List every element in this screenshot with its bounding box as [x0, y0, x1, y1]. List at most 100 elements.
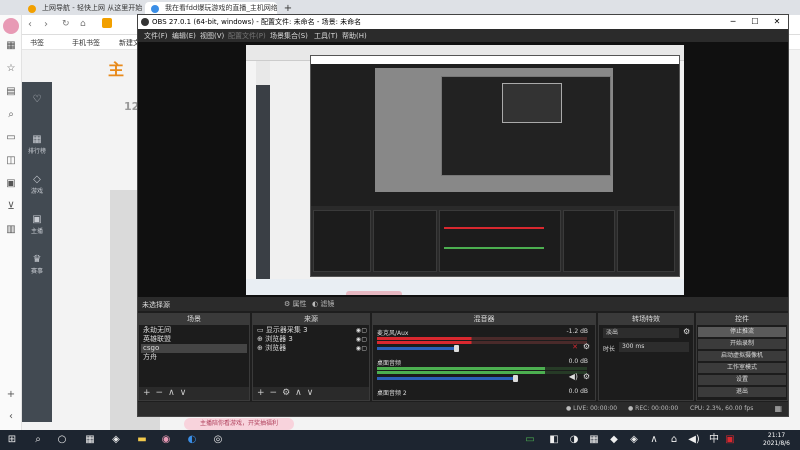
bookmark-item[interactable]: 手机书签 [72, 38, 100, 48]
settings-button[interactable]: 设置 [698, 375, 786, 385]
move-up-icon[interactable]: ∧ [168, 388, 180, 398]
tray-icon[interactable]: ◈ [628, 434, 640, 446]
app-tray-icon[interactable]: ▣ [724, 434, 736, 446]
book-icon[interactable]: ▤ [5, 86, 17, 98]
notification-pill[interactable]: 主播陪你看游戏，开奖抽福利 [184, 418, 294, 430]
search-icon[interactable]: ⌕ [32, 434, 44, 446]
transition-settings-icon[interactable]: ⚙ [683, 327, 690, 336]
scene-item[interactable]: 永劫无间 [141, 326, 247, 335]
site-nav-item[interactable]: ♛ 赛事 [22, 254, 52, 275]
obs-title-bar[interactable]: OBS 27.0.1 (64-bit, windows) - 配置文件: 未命名… [138, 15, 788, 29]
lock-icon[interactable]: ▢ [361, 335, 367, 344]
tray-icon[interactable]: ◆ [608, 434, 620, 446]
virtual-camera-button[interactable]: 启动虚拟摄像机 [698, 351, 786, 361]
apps-icon[interactable]: ▦ [5, 40, 17, 52]
speaker-icon[interactable]: ◀) [569, 372, 578, 381]
site-nav-item[interactable]: ▦ 排行榜 [22, 134, 52, 155]
browser-tab-nav[interactable]: 上网导航 - 轻快上网 从这里开始 [22, 2, 142, 15]
source-item[interactable]: ⊕ 浏览器 ◉ ▢ [255, 344, 367, 353]
eye-icon[interactable]: ◉ [356, 344, 361, 353]
properties-button[interactable]: ⚙ 属性 [284, 299, 307, 309]
scene-item[interactable]: 方舟 [141, 353, 247, 362]
volume-knob[interactable] [454, 345, 459, 352]
filters-button[interactable]: ◐ 滤镜 [312, 299, 334, 309]
back-icon[interactable]: ‹ [28, 19, 32, 30]
task-view-icon[interactable]: ○ [56, 434, 68, 446]
lock-icon[interactable]: ▢ [361, 344, 367, 353]
network-icon[interactable]: ⌂ [668, 434, 680, 446]
menu-tools[interactable]: 工具(T) [314, 31, 338, 41]
studio-mode-button[interactable]: 工作室模式 [698, 363, 786, 373]
eye-icon[interactable]: ◉ [356, 335, 361, 344]
menu-edit[interactable]: 编辑(E) [172, 31, 196, 41]
exit-button[interactable]: 退出 [698, 387, 786, 397]
home-icon[interactable]: ⌂ [80, 19, 86, 29]
resize-grip-icon[interactable]: ▦ [774, 404, 782, 413]
gear-icon[interactable]: ⚙ [583, 372, 590, 381]
move-down-icon[interactable]: ∨ [180, 388, 192, 398]
obs-icon[interactable]: ◎ [212, 434, 224, 446]
scene-item[interactable]: csgo [141, 344, 247, 353]
box-icon[interactable]: ◫ [5, 155, 17, 167]
close-icon[interactable]: ✕ [766, 15, 788, 29]
start-recording-button[interactable]: 开始录制 [698, 339, 786, 349]
volume-slider[interactable] [377, 377, 513, 380]
chevron-up-icon[interactable]: ∧ [648, 434, 660, 446]
minimize-icon[interactable]: ─ [722, 15, 744, 29]
system-clock[interactable]: 21:17 2021/8/6 [763, 432, 790, 448]
duration-input[interactable]: 300 ms [619, 342, 689, 352]
eye-icon[interactable]: ◉ [356, 326, 361, 335]
widgets-icon[interactable]: ▦ [84, 434, 96, 446]
move-down-icon[interactable]: ∨ [307, 388, 319, 398]
source-item[interactable]: ▭ 显示器采集 3 ◉ ▢ [255, 326, 367, 335]
star-icon[interactable]: ☆ [5, 63, 17, 75]
source-settings-icon[interactable]: ⚙ [282, 388, 295, 398]
forward-icon[interactable]: › [44, 19, 48, 30]
scene-item[interactable]: 英雄联盟 [141, 335, 247, 344]
muted-speaker-icon[interactable]: ✕ [572, 343, 578, 351]
volume-icon[interactable]: ◀) [688, 434, 700, 446]
source-item[interactable]: ⊕ 浏览器 3 ◉ ▢ [255, 335, 367, 344]
app-icon[interactable]: ◉ [160, 434, 172, 446]
lock-icon[interactable]: ▢ [361, 326, 367, 335]
store-icon[interactable]: ◈ [110, 434, 122, 446]
menu-profile[interactable]: 配置文件(P) [228, 31, 266, 41]
add-scene-icon[interactable]: + [143, 388, 156, 398]
site-nav-item[interactable]: ◇ 游戏 [22, 174, 52, 195]
cart-icon[interactable]: ⊻ [5, 201, 17, 213]
document-icon[interactable]: ▭ [5, 132, 17, 144]
bookmark-item[interactable]: 书签 [30, 38, 44, 48]
add-icon[interactable]: + [5, 389, 17, 401]
tray-icon[interactable]: ▦ [588, 434, 600, 446]
transition-select[interactable]: 淡出 [603, 328, 679, 338]
remove-scene-icon[interactable]: − [156, 388, 169, 398]
note-icon[interactable]: ▥ [5, 224, 17, 236]
browser-icon[interactable]: ◐ [186, 434, 198, 446]
site-nav-item[interactable]: ▣ 主播 [22, 214, 52, 235]
collapse-icon[interactable]: ‹ [5, 411, 17, 423]
app-tray-icon[interactable]: ◧ [548, 434, 560, 446]
media-icon[interactable]: ▣ [5, 178, 17, 190]
avatar[interactable] [3, 18, 19, 34]
stop-streaming-button[interactable]: 停止推流 [698, 327, 786, 337]
search-icon[interactable]: ⌕ [5, 109, 17, 121]
battery-icon[interactable]: ▭ [524, 434, 536, 446]
gear-icon[interactable]: ⚙ [583, 342, 590, 351]
menu-scene-collection[interactable]: 场景集合(S) [270, 31, 308, 41]
add-source-icon[interactable]: + [257, 388, 270, 398]
move-up-icon[interactable]: ∧ [295, 388, 307, 398]
menu-help[interactable]: 帮助(H) [342, 31, 367, 41]
remove-source-icon[interactable]: − [270, 388, 283, 398]
folder-icon[interactable]: ▬ [136, 434, 148, 446]
ime-icon[interactable]: 中 [708, 434, 720, 446]
windows-start-icon[interactable]: ⊞ [6, 434, 18, 446]
menu-view[interactable]: 视图(V) [200, 31, 224, 41]
refresh-icon[interactable]: ↻ [62, 19, 70, 29]
menu-file[interactable]: 文件(F) [144, 31, 168, 41]
volume-slider[interactable] [377, 347, 454, 350]
site-nav-item[interactable]: ♡ [22, 94, 52, 106]
tray-icon[interactable]: ◑ [568, 434, 580, 446]
maximize-icon[interactable]: ☐ [744, 15, 766, 29]
volume-knob[interactable] [513, 375, 518, 382]
obs-preview-canvas[interactable] [246, 45, 684, 295]
